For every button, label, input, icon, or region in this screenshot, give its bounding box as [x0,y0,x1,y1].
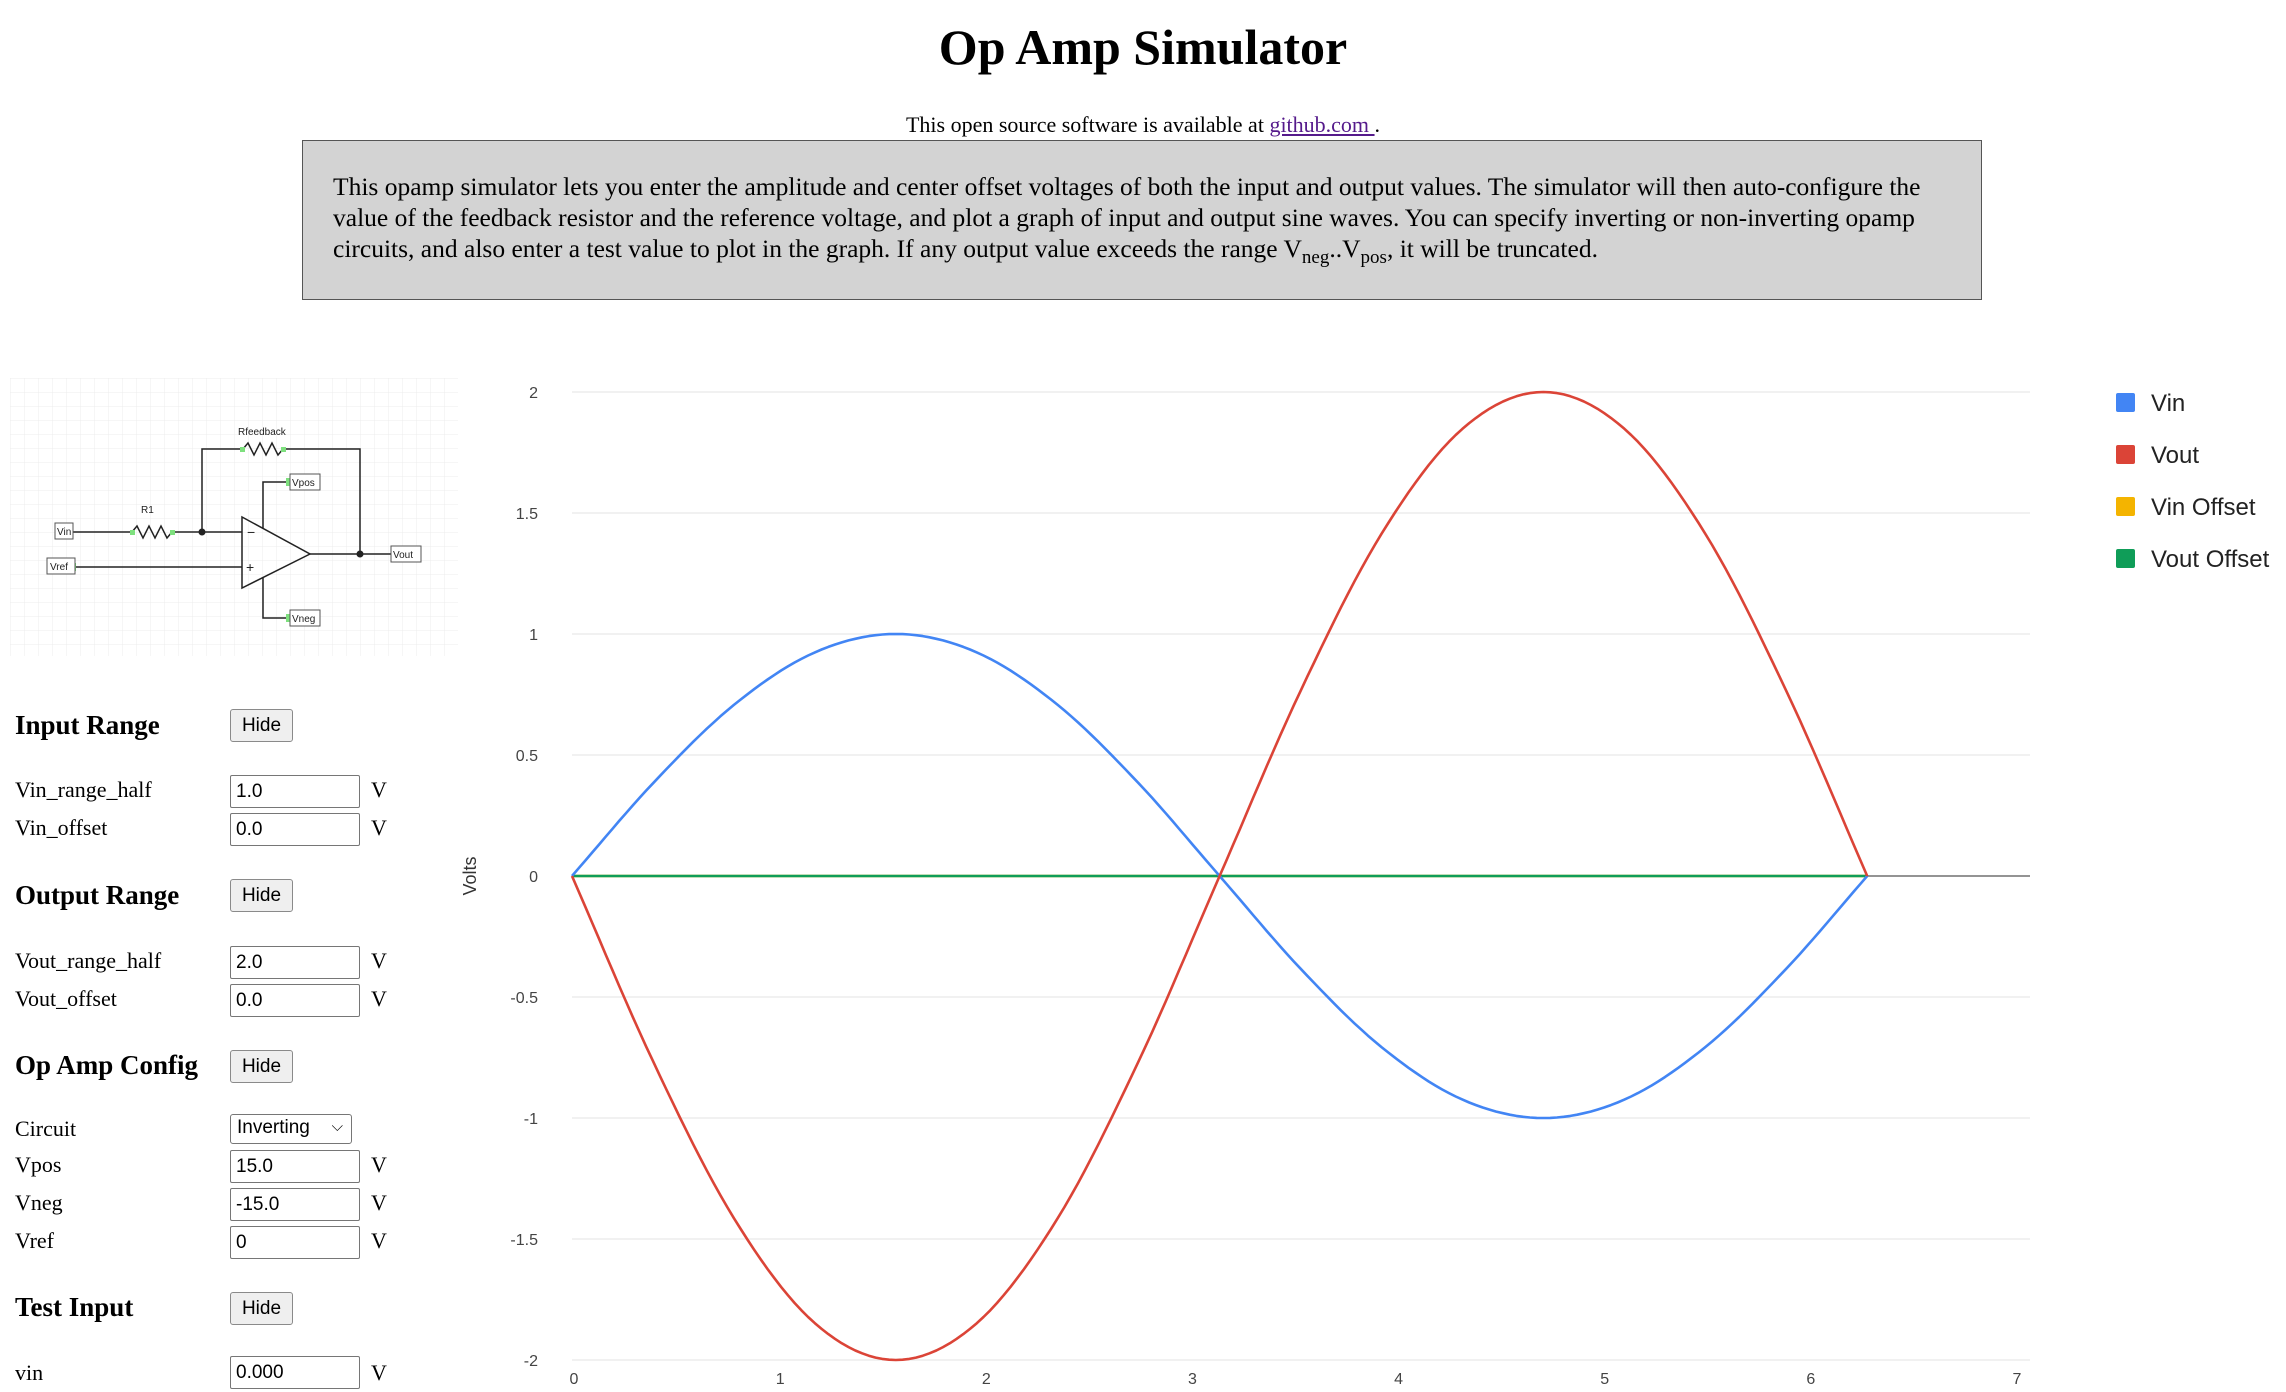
test-input-hide-button[interactable]: Hide [230,1292,293,1325]
output-range-heading: Output Range [15,880,180,910]
rfeedback-label: Rfeedback [238,427,287,438]
vpos-input[interactable] [230,1150,360,1183]
x-tick-label: 1 [776,1371,785,1388]
x-tick-label: 5 [1600,1371,1609,1388]
y-tick-label: -2 [524,1353,538,1370]
circuit-select[interactable]: Inverting ⌵ [230,1114,352,1144]
output-range-hide-button[interactable]: Hide [230,879,293,912]
junction-dot [198,528,206,536]
legend-swatch [2116,497,2135,516]
description-main: This opamp simulator lets you enter the … [333,172,1921,263]
vin-range-half-input[interactable] [230,775,360,808]
schematic-background [10,378,458,656]
y-tick-label: 0 [529,869,538,886]
vneg-label: Vneg [15,1190,63,1215]
legend-swatch [2116,445,2135,464]
input-range-heading: Input Range [15,710,160,740]
y-tick-label: 1 [529,627,538,644]
x-tick-label: 4 [1394,1371,1403,1388]
opamp-minus-label: − [247,524,255,540]
chevron-down-icon: ⌵ [331,1118,343,1135]
x-tick-label: 0 [570,1371,579,1388]
legend-label: Vin [2151,390,2186,417]
vin-range-half-label: Vin_range_half [15,777,152,802]
r1-label: R1 [141,505,154,516]
test-input-heading: Test Input [15,1292,134,1322]
junction-dot [356,550,364,558]
legend-swatch [2116,549,2135,568]
opamp-schematic: Rfeedback R1 Vin Vref Vout Vpos Vneg − + [10,378,458,656]
vref-terminal-label: Vref [50,562,68,573]
vin-range-half-unit: V [371,777,387,802]
x-tick-label: 7 [2013,1371,2022,1388]
y-axis-title: Volts [460,856,480,895]
circuit-label: Circuit [15,1116,77,1141]
legend-label: Vin Offset [2151,494,2256,521]
y-tick-label: -1.5 [510,1232,538,1249]
sine-wave-chart: -2 -1.5 -1 -0.5 0 0.5 1 1.5 2 0 1 2 3 4 5 6 7 Volts [460,385,2030,1388]
source-prefix: This open source software is available a… [905,112,1264,137]
opamp-plus-label: + [246,559,254,575]
x-tick-label: 6 [1806,1371,1815,1388]
vref-label: Vref [15,1228,54,1253]
vref-unit: V [371,1228,387,1253]
test-vin-input[interactable] [230,1356,360,1389]
y-tick-label: 0.5 [516,748,538,765]
y-tick-label: 1.5 [516,506,538,523]
vout-range-half-input[interactable] [230,946,360,979]
vin-offset-input[interactable] [230,813,360,846]
y-tick-label: 2 [529,385,538,402]
test-vin-unit: V [371,1360,387,1385]
vpos-unit: V [371,1152,387,1177]
source-suffix: . [1374,112,1381,137]
vout-offset-unit: V [371,986,387,1011]
vin-offset-unit: V [371,815,387,840]
description-end: , it will be truncated. [1386,234,1598,263]
y-tick-label: -1 [524,1111,538,1128]
input-range-hide-button[interactable]: Hide [230,709,293,742]
description-dots: ..V [1329,234,1361,263]
vpos-label: Vpos [15,1152,62,1177]
vin-offset-label: Vin_offset [15,815,108,840]
vout-offset-label: Vout_offset [15,986,117,1011]
vout-range-half-label: Vout_range_half [15,948,162,973]
legend-label: Vout [2151,442,2200,469]
y-tick-label: -0.5 [510,990,538,1007]
page-title: Op Amp Simulator [938,19,1348,75]
vout-range-half-unit: V [371,948,387,973]
vneg-input[interactable] [230,1188,360,1221]
description-box: This opamp simulator lets you enter the … [302,140,1982,300]
vneg-terminal-label: Vneg [292,614,315,625]
test-vin-label: vin [15,1360,44,1385]
circuit-select-value: Inverting [237,1117,310,1138]
vout-offset-input[interactable] [230,984,360,1017]
vref-input[interactable] [230,1226,360,1259]
vin-terminal-label: Vin [57,527,71,538]
description-pos-subscript: pos [1360,247,1387,268]
legend-label: Vout Offset [2151,546,2270,573]
vneg-unit: V [371,1190,387,1215]
source-line: This open source software is available a… [0,112,2286,138]
description-neg-subscript: neg [1301,247,1330,268]
vpos-terminal-label: Vpos [292,478,315,489]
op-amp-config-heading: Op Amp Config [15,1050,199,1080]
vout-terminal-label: Vout [393,550,413,561]
op-amp-config-hide-button[interactable]: Hide [230,1050,293,1083]
x-tick-label: 2 [982,1371,991,1388]
x-tick-label: 3 [1188,1371,1197,1388]
legend-swatch [2116,393,2135,412]
github-link[interactable]: github.com [1269,112,1374,137]
